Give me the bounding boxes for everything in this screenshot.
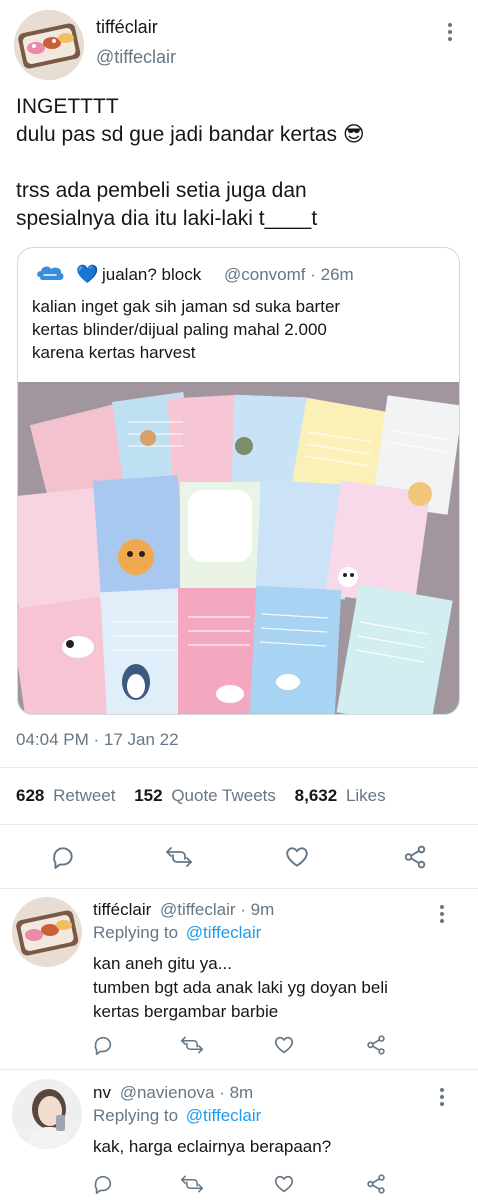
author-avatar[interactable] (14, 10, 84, 80)
replying-to-line: Replying to @tiffeclair (93, 923, 261, 943)
reply-icon[interactable] (85, 1028, 121, 1062)
divider (0, 1069, 478, 1070)
reply-text: kak, harga eclairnya berapaan? (93, 1137, 332, 1156)
quoted-tweet-card[interactable]: 💙 jualan? block @convomf · 26m kalian in… (17, 247, 460, 715)
retweet-label[interactable]: Retweet (53, 786, 115, 805)
quoted-tweet-photo[interactable] (18, 382, 459, 714)
reply-author-name[interactable]: nv (93, 1083, 111, 1102)
replying-to-label: Replying to (93, 923, 179, 942)
author-display-name[interactable]: tifféclair (96, 17, 158, 38)
replying-to-line: Replying to @tiffeclair (93, 1106, 261, 1126)
tweet-stats: 628 Retweet 152 Quote Tweets 8,632 Likes (16, 786, 386, 806)
quoted-author-name: jualan? block (102, 265, 202, 284)
reply-action-bar (0, 1028, 478, 1062)
reply-author-avatar[interactable] (12, 897, 82, 967)
reply-more-icon[interactable] (432, 902, 452, 928)
replying-to-link[interactable]: @tiffeclair (186, 1106, 262, 1125)
share-icon[interactable] (358, 1028, 394, 1062)
heart-icon[interactable] (277, 837, 317, 877)
quote-label[interactable]: Quote Tweets (171, 786, 276, 805)
share-icon[interactable] (395, 837, 435, 877)
divider (0, 888, 478, 889)
share-icon[interactable] (358, 1168, 394, 1200)
quoted-tweet-text: kalian inget gak sih jaman sd suka barte… (32, 297, 341, 362)
author-handle[interactable]: @tiffeclair (96, 47, 176, 68)
reply-icon[interactable] (85, 1168, 121, 1200)
reply-author-handle[interactable]: @tiffeclair · 9m (160, 900, 274, 919)
replying-to-label: Replying to (93, 1106, 179, 1125)
retweet-icon[interactable] (174, 1028, 210, 1062)
reply-more-icon[interactable] (432, 1085, 452, 1111)
reply-author-line: tifféclair @tiffeclair · 9m (93, 900, 274, 920)
retweet-icon[interactable] (174, 1168, 210, 1200)
tweet-timestamp[interactable]: 04:04 PM · 17 Jan 22 (16, 730, 179, 750)
replying-to-link[interactable]: @tiffeclair (186, 923, 262, 942)
retweet-icon[interactable] (159, 837, 199, 877)
heart-icon[interactable] (266, 1028, 302, 1062)
retweet-count[interactable]: 628 (16, 786, 44, 805)
quoted-author-avatar (34, 263, 66, 285)
reply-icon[interactable] (43, 837, 83, 877)
reply-action-bar (0, 1168, 478, 1200)
heart-icon[interactable] (266, 1168, 302, 1200)
divider (0, 824, 478, 825)
reply-author-name[interactable]: tifféclair (93, 900, 151, 919)
reply-text: kan aneh gitu ya... tumben bgt ada anak … (93, 954, 388, 1021)
tweet-action-bar (0, 837, 478, 877)
reply-author-line: nv @navienova · 8m (93, 1083, 253, 1103)
blue-heart-emoji: 💙 (76, 264, 99, 284)
divider (0, 767, 478, 768)
reply-author-avatar[interactable] (12, 1079, 82, 1149)
tweet-text: INGETTTT dulu pas sd gue jadi bandar ker… (16, 95, 365, 230)
quote-count[interactable]: 152 (134, 786, 162, 805)
reply-author-handle[interactable]: @navienova · 8m (120, 1083, 254, 1102)
more-options-icon[interactable] (438, 20, 462, 48)
like-count[interactable]: 8,632 (295, 786, 338, 805)
quoted-author-handle: @convomf · 26m (224, 265, 354, 284)
like-label[interactable]: Likes (346, 786, 386, 805)
